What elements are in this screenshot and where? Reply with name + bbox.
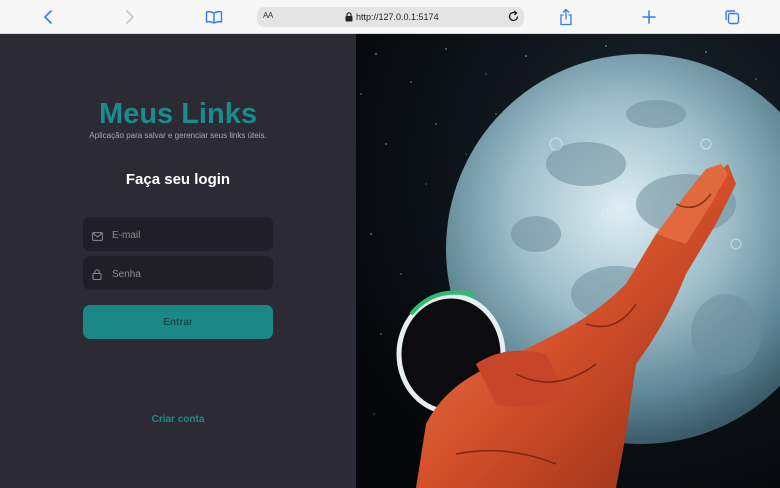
browser-toolbar: AA http://127.0.0.1:5174	[0, 0, 780, 34]
mail-icon	[92, 228, 103, 246]
password-field	[83, 256, 273, 292]
brand-tagline: Aplicação para salvar e gerenciar seus l…	[89, 131, 267, 140]
forward-icon[interactable]	[119, 7, 141, 27]
login-panel: Meus Links Aplicação para salvar e geren…	[0, 34, 356, 488]
login-heading: Faça seu login	[125, 171, 231, 188]
tabs-icon[interactable]	[721, 7, 743, 27]
text-size-button[interactable]: AA	[263, 11, 273, 20]
password-input[interactable]	[110, 256, 269, 292]
new-tab-icon[interactable]	[638, 7, 660, 27]
url-text: http://127.0.0.1:5174	[356, 12, 439, 22]
create-account-link[interactable]: Criar conta	[0, 414, 356, 425]
lock-icon	[92, 267, 102, 285]
astronaut-moon-illustration	[356, 34, 780, 488]
address-bar[interactable]: AA http://127.0.0.1:5174	[257, 7, 524, 27]
hero-image	[356, 34, 780, 488]
brand-title: Meus Links	[99, 98, 257, 130]
back-icon[interactable]	[37, 7, 59, 27]
login-button[interactable]: Entrar	[83, 305, 273, 339]
reader-icon[interactable]	[203, 7, 225, 27]
email-field	[83, 217, 273, 253]
lock-icon	[345, 12, 353, 24]
reload-icon[interactable]	[507, 10, 520, 25]
share-icon[interactable]	[555, 7, 577, 27]
email-input[interactable]	[110, 217, 269, 253]
